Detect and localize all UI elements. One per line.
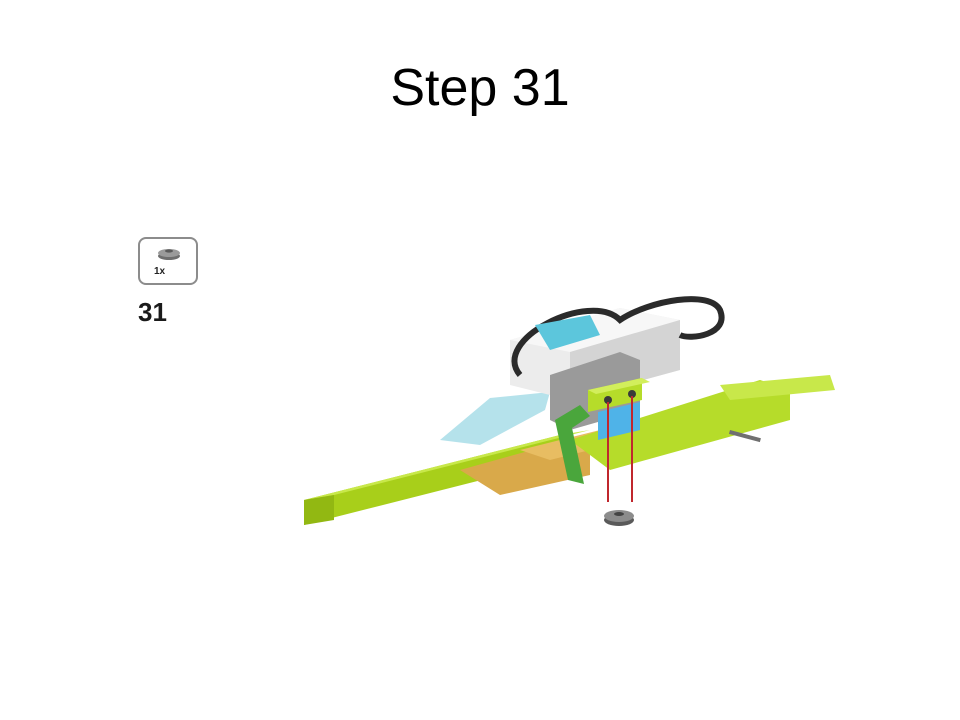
lego-model-assembly-icon [304, 296, 835, 526]
parts-count: 1x [154, 266, 166, 277]
step-number: 31 [138, 297, 167, 327]
parts-callout: 1x [138, 237, 198, 285]
round-plate-icon [158, 249, 180, 260]
slide-title: Step 31 [390, 59, 570, 117]
